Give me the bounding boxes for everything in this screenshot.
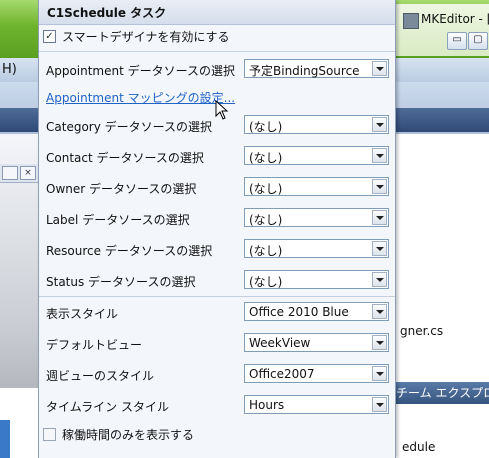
smart-designer-label: スマートデザイナを有効にする xyxy=(62,29,230,44)
status-source-label: Status データソースの選択 xyxy=(46,275,196,289)
week-view-style-select[interactable]: Office2007 xyxy=(244,364,389,383)
chevron-down-icon[interactable] xyxy=(372,304,387,319)
window-controls: ▭ ▢ ✕ xyxy=(447,32,489,50)
ide-left-tab-strip: × xyxy=(0,164,40,183)
appointment-source-label: Appointment データソースの選択 xyxy=(46,64,236,78)
timeline-style-select[interactable]: Hours xyxy=(244,395,389,414)
display-style-select[interactable]: Office 2010 Blue xyxy=(244,302,389,321)
category-source-select[interactable]: (なし) xyxy=(244,115,389,134)
chevron-down-icon[interactable] xyxy=(372,117,387,132)
c1schedule-tasks-panel: C1Schedule タスク ✓ スマートデザイナを有効にする Appointm… xyxy=(38,0,396,458)
chevron-down-icon[interactable] xyxy=(372,210,387,225)
label-source-label: Label データソースの選択 xyxy=(46,213,190,227)
owner-source-value: (なし) xyxy=(249,182,283,196)
appointment-source-value: 予定BindingSource xyxy=(249,64,360,78)
owner-source-select[interactable]: (なし) xyxy=(244,177,389,196)
resource-source-select[interactable]: (なし) xyxy=(244,239,389,258)
panel-header: C1Schedule タスク xyxy=(39,0,395,25)
app-icon xyxy=(403,13,419,29)
contact-source-select[interactable]: (なし) xyxy=(244,146,389,165)
owner-source-label: Owner データソースの選択 xyxy=(46,182,197,196)
timeline-style-label: タイムライン スタイル xyxy=(46,400,169,414)
team-explorer-title: チーム エクスプロ xyxy=(394,382,489,404)
week-view-style-value: Office2007 xyxy=(249,367,315,381)
chevron-down-icon[interactable] xyxy=(372,397,387,412)
appointment-mapping-link[interactable]: Appointment マッピングの設定... xyxy=(46,89,235,106)
minimize-button[interactable]: ▭ xyxy=(447,32,467,50)
category-source-label: Category データソースの選択 xyxy=(46,120,213,134)
category-source-value: (なし) xyxy=(249,120,283,134)
ide-left-selection-bar xyxy=(0,420,10,458)
status-source-value: (なし) xyxy=(249,275,283,289)
resource-source-label: Resource データソースの選択 xyxy=(46,244,213,258)
smart-designer-checkbox[interactable]: ✓ xyxy=(43,29,56,43)
resource-source-value: (なし) xyxy=(249,244,283,258)
display-style-value: Office 2010 Blue xyxy=(249,305,349,319)
left-tab-button[interactable] xyxy=(2,166,18,180)
display-style-label: 表示スタイル xyxy=(46,307,119,321)
appointment-source-select[interactable]: 予定BindingSource xyxy=(244,59,389,78)
working-hours-label: 稼働時間のみを表示する xyxy=(62,427,195,442)
maximize-button[interactable]: ▢ xyxy=(468,32,488,50)
label-source-select[interactable]: (なし) xyxy=(244,208,389,227)
chevron-down-icon[interactable] xyxy=(372,241,387,256)
working-hours-row[interactable]: 稼働時間のみを表示する xyxy=(43,425,194,443)
contact-source-value: (なし) xyxy=(249,151,283,165)
chevron-down-icon[interactable] xyxy=(372,61,387,76)
file-list-item[interactable]: gner.cs xyxy=(400,324,443,338)
status-source-select[interactable]: (なし) xyxy=(244,270,389,289)
chevron-down-icon[interactable] xyxy=(372,179,387,194)
timeline-style-value: Hours xyxy=(249,398,285,412)
week-view-style-label: 週ビューのスタイル xyxy=(46,369,155,383)
default-view-label: デフォルトビュー xyxy=(46,338,143,352)
chevron-down-icon[interactable] xyxy=(372,272,387,287)
chevron-down-icon[interactable] xyxy=(372,366,387,381)
default-view-value: WeekView xyxy=(249,336,311,350)
panel-title: C1Schedule タスク xyxy=(47,6,167,20)
mkeditor-window[interactable]: MKEditor - [C ▭ ▢ ✕ xyxy=(394,4,489,56)
separator xyxy=(39,296,395,297)
close-icon[interactable]: × xyxy=(20,166,36,180)
separator xyxy=(39,51,395,52)
window-title: MKEditor - [C xyxy=(421,12,489,26)
chevron-down-icon[interactable] xyxy=(372,335,387,350)
contact-source-label: Contact データソースの選択 xyxy=(46,151,204,165)
tree-item-schedule[interactable]: edule xyxy=(402,440,435,454)
chevron-down-icon[interactable] xyxy=(372,148,387,163)
menu-item-help[interactable]: H) xyxy=(2,62,17,77)
mouse-pointer-icon xyxy=(215,100,229,120)
working-hours-checkbox[interactable] xyxy=(43,427,56,441)
ide-right-pane xyxy=(394,134,489,458)
default-view-select[interactable]: WeekView xyxy=(244,333,389,352)
smart-designer-row[interactable]: ✓ スマートデザイナを有効にする xyxy=(43,27,230,45)
label-source-value: (なし) xyxy=(249,213,283,227)
